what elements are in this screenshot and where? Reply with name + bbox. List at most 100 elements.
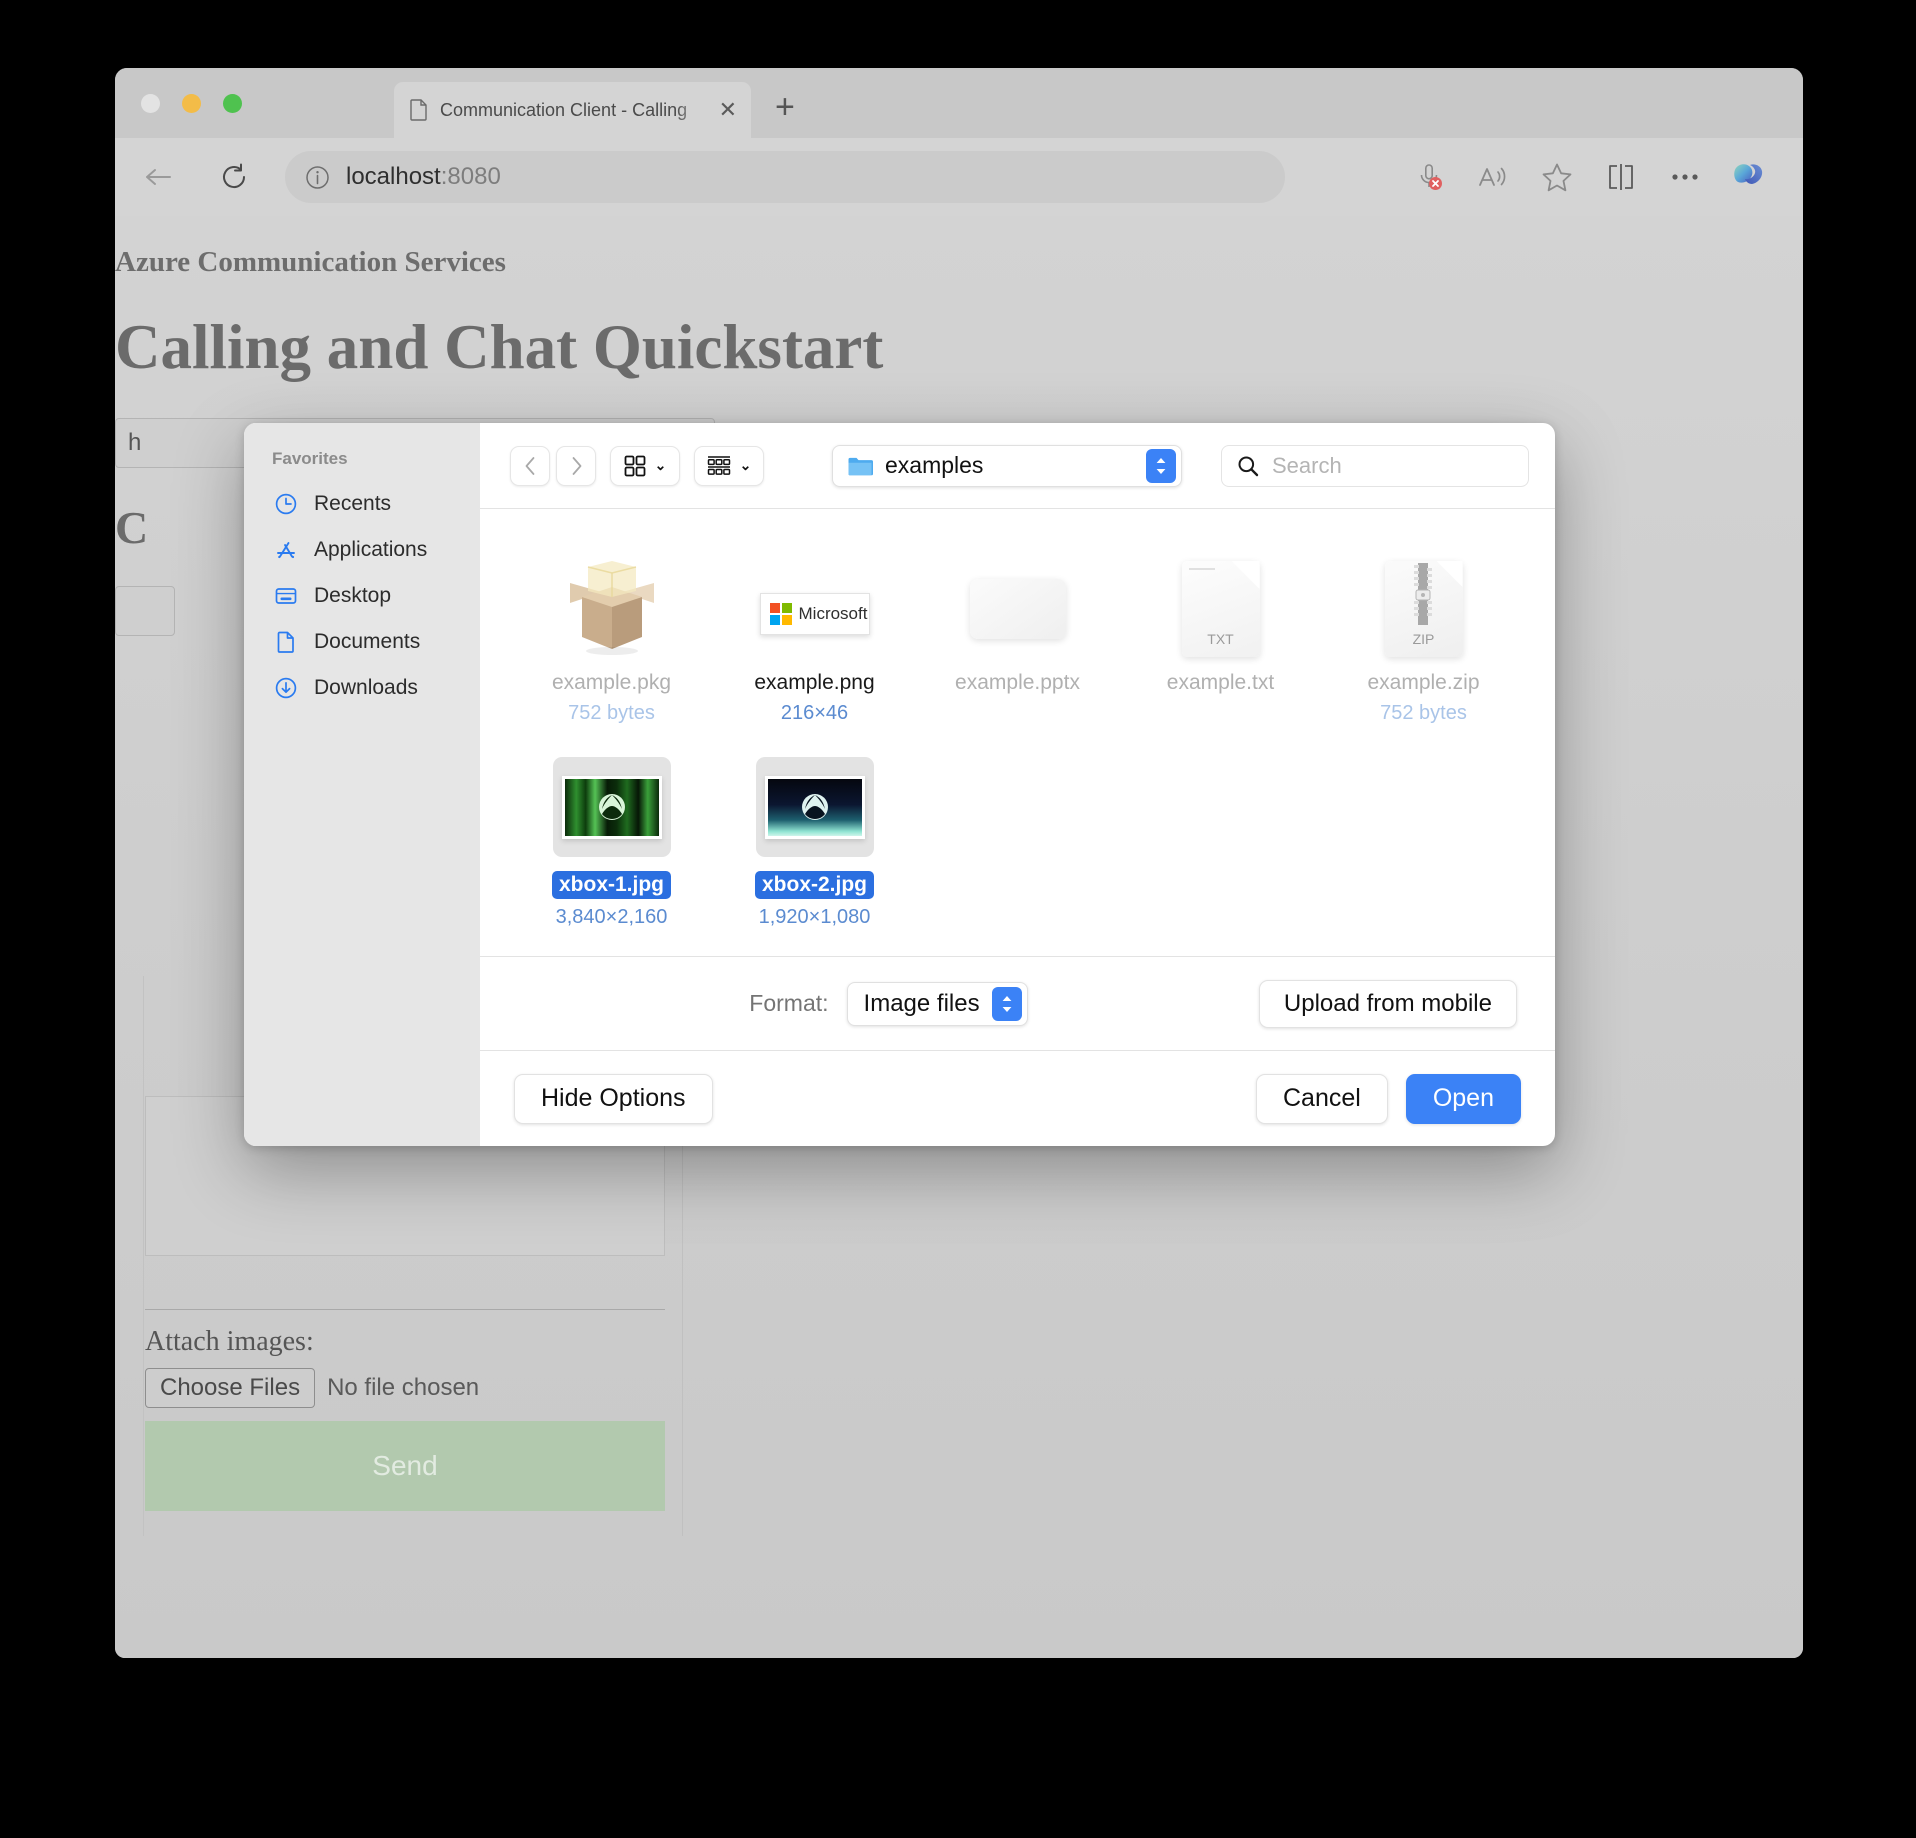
- window-close-button[interactable]: [141, 94, 160, 113]
- cancel-button[interactable]: Cancel: [1256, 1073, 1388, 1124]
- file-item[interactable]: xbox-2.jpg 1,920×1,080: [713, 749, 916, 949]
- sidebar-item-applications[interactable]: Applications: [244, 527, 480, 573]
- info-icon[interactable]: [305, 165, 330, 190]
- file-name: example.pkg: [551, 671, 672, 694]
- format-selected-value: Image files: [863, 989, 980, 1017]
- attach-images-label: Attach images:: [145, 1326, 314, 1357]
- file-grid-empty-cell: [1119, 749, 1322, 949]
- favorites-star-icon[interactable]: [1525, 154, 1589, 200]
- microphone-muted-icon[interactable]: [1397, 154, 1461, 200]
- dialog-toolbar: ⌄ ⌄ examples Search: [480, 423, 1555, 509]
- copilot-icon[interactable]: [1717, 154, 1781, 200]
- window-traffic-lights: [141, 94, 242, 113]
- file-item[interactable]: ZIP example.zip 752 bytes: [1322, 549, 1525, 749]
- microsoft-logo-image: Microsoft: [759, 549, 870, 657]
- chat-divider: [145, 1309, 665, 1310]
- sidebar-item-desktop[interactable]: Desktop: [244, 573, 480, 619]
- sidebar-item-recents[interactable]: Recents: [244, 481, 480, 527]
- file-grid: example.pkg 752 bytes Microsoft example.…: [480, 509, 1555, 956]
- txt-badge: TXT: [1207, 631, 1234, 647]
- stepper-updown-icon[interactable]: [991, 986, 1022, 1021]
- file-grid-empty-cell: [916, 749, 1119, 949]
- sidebar-section-label: Favorites: [272, 449, 348, 468]
- zip-archive-icon: ZIP: [1384, 549, 1463, 657]
- chevron-down-icon: ⌄: [654, 457, 667, 473]
- desktop-icon: [274, 584, 298, 608]
- applications-icon: [274, 538, 298, 562]
- stepper-updown-icon[interactable]: [1146, 448, 1176, 483]
- document-icon: [274, 630, 298, 654]
- submit-small-button[interactable]: [115, 586, 175, 636]
- search-icon: [1237, 455, 1259, 477]
- format-select[interactable]: Image files: [846, 981, 1028, 1026]
- search-input[interactable]: Search: [1221, 444, 1529, 487]
- address-bar[interactable]: localhost:8080: [285, 151, 1285, 203]
- list-view-button[interactable]: ⌄: [694, 445, 764, 486]
- zip-badge: ZIP: [1412, 631, 1435, 647]
- file-grid-empty-cell: [1322, 749, 1525, 949]
- file-name: example.zip: [1367, 671, 1480, 694]
- dialog-primary-actions: Cancel Open: [1256, 1073, 1521, 1124]
- grid-view-button[interactable]: ⌄: [610, 445, 680, 486]
- sidebar-item-downloads[interactable]: Downloads: [244, 665, 480, 711]
- file-name: xbox-1.jpg: [551, 871, 671, 899]
- file-item[interactable]: TXT example.txt: [1119, 549, 1322, 749]
- read-aloud-icon[interactable]: [1461, 154, 1525, 200]
- reload-icon[interactable]: [219, 162, 249, 192]
- xbox-blue-thumbnail: [755, 749, 874, 857]
- send-button[interactable]: Send: [145, 1421, 665, 1511]
- file-name: example.png: [754, 671, 875, 694]
- path-popup-button[interactable]: examples: [832, 444, 1182, 487]
- folder-icon: [847, 455, 873, 477]
- format-label: Format:: [749, 990, 829, 1016]
- file-item[interactable]: example.pptx: [916, 549, 1119, 749]
- search-placeholder: Search: [1272, 452, 1342, 478]
- browser-tab-title: Communication Client - Calling: [440, 99, 688, 120]
- package-box-icon: [558, 549, 666, 657]
- clock-icon: [274, 492, 298, 516]
- dialog-back-button[interactable]: [510, 445, 550, 486]
- settings-more-icon[interactable]: [1653, 154, 1717, 200]
- sidebar-item-label: Desktop: [314, 584, 392, 607]
- dialog-forward-button[interactable]: [556, 445, 596, 486]
- blank-slide-icon: [969, 549, 1066, 657]
- no-file-chosen-label: No file chosen: [327, 1374, 480, 1401]
- choose-files-button[interactable]: Choose Files: [145, 1368, 316, 1408]
- url-host: localhost: [346, 163, 441, 190]
- file-meta: 216×46: [780, 702, 849, 724]
- split-screen-icon[interactable]: [1589, 154, 1653, 200]
- file-item[interactable]: Microsoft example.png 216×46: [713, 549, 916, 749]
- xbox-green-thumbnail: [552, 749, 671, 857]
- window-minimize-button[interactable]: [182, 94, 201, 113]
- dialog-main: ⌄ ⌄ examples Search example.pkg 752 byte…: [480, 423, 1555, 1146]
- back-arrow-icon[interactable]: [143, 164, 173, 190]
- display-name-heading: C: [115, 502, 149, 553]
- list-view-icon: [707, 455, 731, 477]
- open-button[interactable]: Open: [1405, 1073, 1521, 1124]
- file-item[interactable]: xbox-1.jpg 3,840×2,160: [510, 749, 713, 949]
- hide-options-button[interactable]: Hide Options: [514, 1073, 713, 1124]
- new-tab-button[interactable]: +: [775, 90, 795, 124]
- browser-toolbar-icons: [1397, 138, 1781, 216]
- file-item[interactable]: example.pkg 752 bytes: [510, 549, 713, 749]
- file-input-row: Choose Files No file chosen: [145, 1368, 479, 1408]
- format-bar: Format: Image files Upload from mobile: [480, 956, 1555, 1050]
- browser-tab[interactable]: Communication Client - Calling ✕: [394, 82, 751, 138]
- window-maximize-button[interactable]: [223, 94, 242, 113]
- sidebar-item-label: Recents: [314, 492, 392, 515]
- upload-from-mobile-button[interactable]: Upload from mobile: [1258, 979, 1517, 1028]
- file-picker-dialog: Favorites Recents Applications Desktop D…: [244, 423, 1555, 1146]
- browser-toolbar: localhost:8080: [115, 138, 1803, 216]
- microsoft-wordmark: Microsoft: [798, 604, 868, 623]
- file-meta: 752 bytes: [1380, 702, 1467, 724]
- close-icon[interactable]: ✕: [719, 99, 737, 121]
- sidebar-item-label: Documents: [314, 630, 421, 653]
- sidebar-item-documents[interactable]: Documents: [244, 619, 480, 665]
- file-name: example.txt: [1166, 671, 1275, 694]
- download-circle-icon: [274, 676, 298, 700]
- grid-view-icon: [624, 455, 646, 477]
- url-port: :8080: [440, 163, 501, 190]
- file-name: example.pptx: [955, 671, 1080, 694]
- browser-tab-strip: Communication Client - Calling ✕ +: [115, 68, 1803, 138]
- path-popup-label: examples: [885, 452, 984, 478]
